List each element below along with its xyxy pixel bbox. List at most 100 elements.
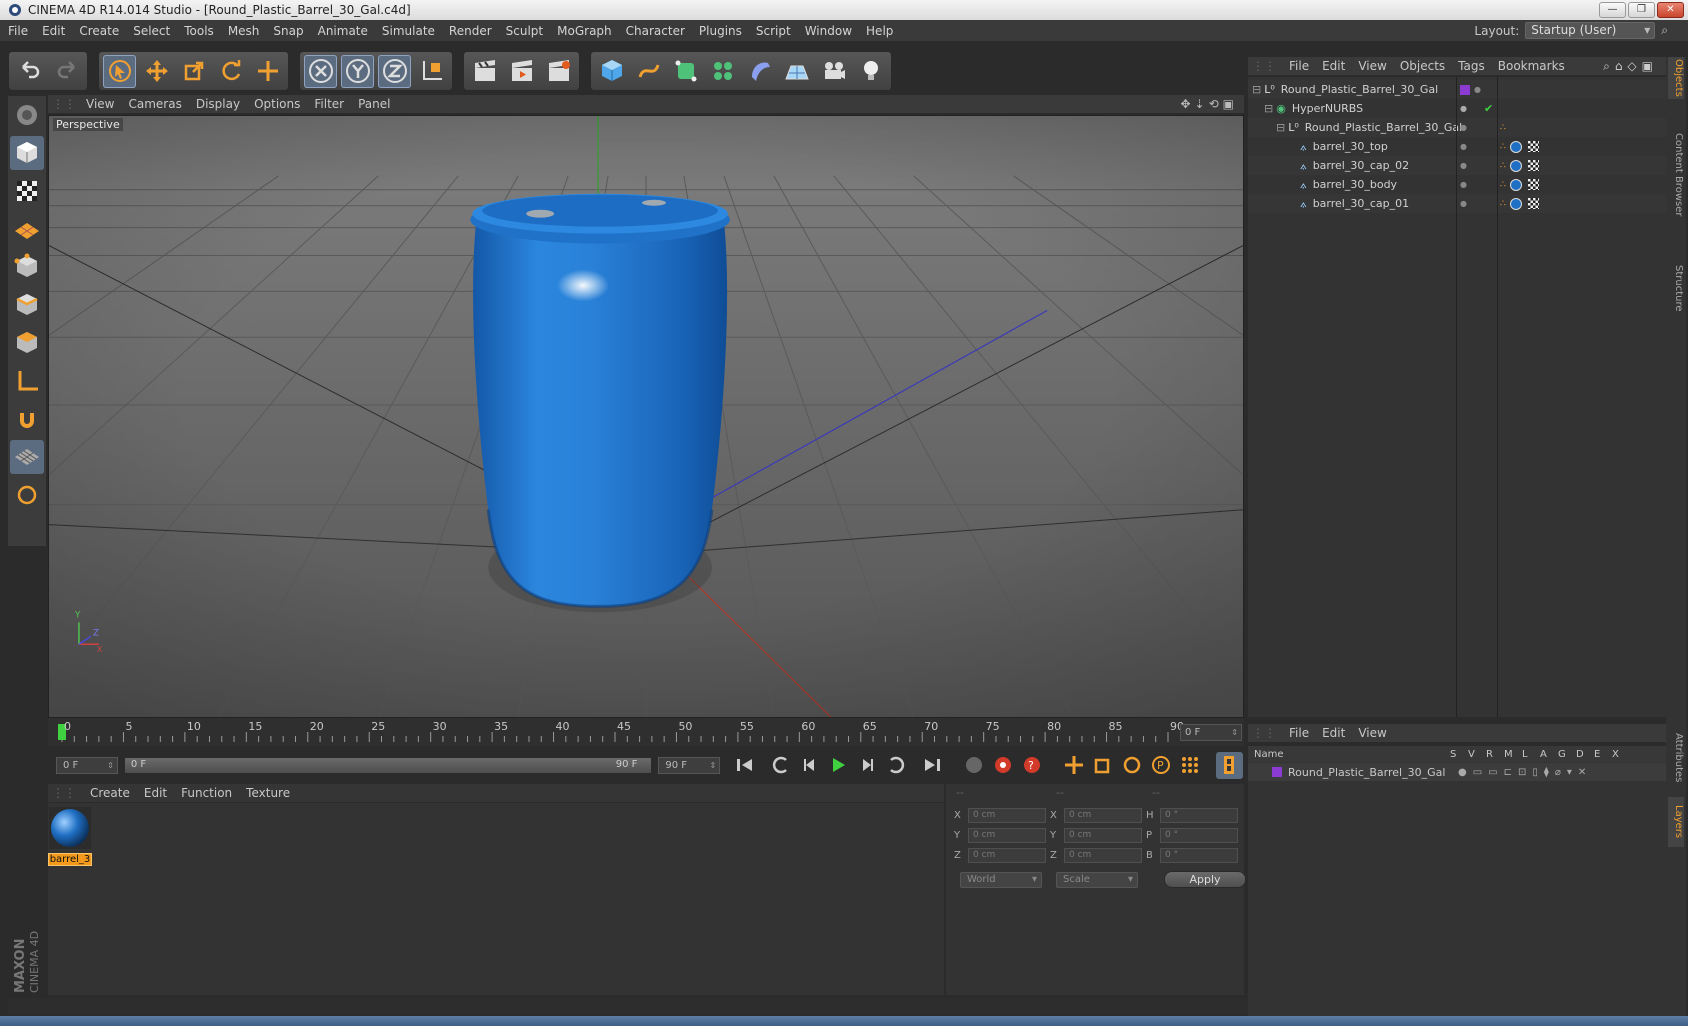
visibility-dots[interactable]: ● xyxy=(1460,180,1467,189)
visibility-dots[interactable]: ● xyxy=(1460,199,1467,208)
phong-tag-icon[interactable]: ∴ xyxy=(1500,180,1506,190)
apply-button[interactable]: Apply xyxy=(1164,871,1246,888)
object-manager-tool-icons[interactable]: ⌕⌂◇▣ xyxy=(1603,59,1658,74)
camera-button[interactable] xyxy=(817,55,850,88)
points-mode-button[interactable] xyxy=(10,250,44,284)
previous-key-button[interactable] xyxy=(767,752,794,779)
size-x-field[interactable]: 0 cm xyxy=(1064,808,1142,823)
phong-tag-icon[interactable]: ∴ xyxy=(1500,142,1506,152)
visibility-dots[interactable]: ● xyxy=(1460,142,1467,151)
viewport-menu-options[interactable]: Options xyxy=(254,97,300,111)
rot-p-field[interactable]: 0 ° xyxy=(1160,828,1238,843)
viewport-menu-panel[interactable]: Panel xyxy=(358,97,390,111)
timeline-ruler[interactable]: 0 5 10 15 20 25 30 35 40 45 50 55 60 65 70 75 80 85 90 xyxy=(48,718,1244,746)
layer-col-generators[interactable]: G xyxy=(1558,749,1576,760)
motion-record-button[interactable] xyxy=(961,752,988,779)
layer-col-animation[interactable]: A xyxy=(1540,749,1558,760)
size-y-field[interactable]: 0 cm xyxy=(1064,828,1142,843)
object-menu-view[interactable]: View xyxy=(1358,59,1386,73)
play-button[interactable] xyxy=(825,752,852,779)
undo-button[interactable] xyxy=(13,55,46,88)
light-button[interactable] xyxy=(854,55,887,88)
viewport-nav-icons[interactable]: ✥⇣⟲▣ xyxy=(1180,97,1238,111)
edges-mode-button[interactable] xyxy=(10,288,44,322)
workplane-lock-button[interactable] xyxy=(10,440,44,474)
coordinate-system-button[interactable] xyxy=(415,55,448,88)
key-rotation-button[interactable] xyxy=(1118,752,1145,779)
spline-button[interactable] xyxy=(632,55,665,88)
axis-mode-button[interactable] xyxy=(10,364,44,398)
key-pla-button[interactable] xyxy=(1176,752,1203,779)
object-row-hypernurbs[interactable]: ⊟ ◉ HyperNURBS ● ✔ xyxy=(1248,99,1666,118)
object-row-group[interactable]: ⊟ L⁰ Round_Plastic_Barrel_30_Gal ● ∴ xyxy=(1248,118,1666,137)
deformer-button[interactable] xyxy=(743,55,776,88)
object-column-divider[interactable] xyxy=(1497,77,1498,717)
menu-animate[interactable]: Animate xyxy=(318,24,368,38)
next-frame-button[interactable] xyxy=(854,752,881,779)
visibility-dots[interactable]: ● xyxy=(1474,85,1481,94)
object-menu-edit[interactable]: Edit xyxy=(1322,59,1345,73)
viewport-menu-filter[interactable]: Filter xyxy=(314,97,344,111)
workplane-mode-button[interactable] xyxy=(10,212,44,246)
minimize-button[interactable]: — xyxy=(1599,2,1626,18)
menu-select[interactable]: Select xyxy=(133,24,170,38)
object-row-cap-02[interactable]: ⟑ barrel_30_cap_02 ● ∴ xyxy=(1248,156,1666,175)
environment-button[interactable] xyxy=(780,55,813,88)
layer-col-solo[interactable]: S xyxy=(1450,749,1468,760)
size-mode-dropdown[interactable]: Scale xyxy=(1056,871,1138,888)
key-scale-button[interactable] xyxy=(1089,752,1116,779)
layer-col-view[interactable]: V xyxy=(1468,749,1486,760)
object-row-body[interactable]: ⟑ barrel_30_body ● ∴ xyxy=(1248,175,1666,194)
record-active-button[interactable] xyxy=(990,752,1017,779)
layer-col-expressions[interactable]: E xyxy=(1594,749,1612,760)
menu-edit[interactable]: Edit xyxy=(42,24,65,38)
go-to-start-button[interactable] xyxy=(731,752,758,779)
material-menu-edit[interactable]: Edit xyxy=(144,786,167,800)
mograph-cloner-button[interactable] xyxy=(706,55,739,88)
menu-window[interactable]: Window xyxy=(805,24,852,38)
layout-dropdown[interactable]: Startup (User) xyxy=(1525,22,1656,39)
render-settings-button[interactable] xyxy=(542,55,575,88)
material-tag-icon[interactable] xyxy=(1510,140,1522,153)
layer-col-deformers[interactable]: D xyxy=(1576,749,1594,760)
layer-col-name[interactable]: Name xyxy=(1254,749,1450,760)
redo-button[interactable] xyxy=(50,55,83,88)
viewport-menu-cameras[interactable]: Cameras xyxy=(128,97,181,111)
material-tag-icon[interactable] xyxy=(1510,159,1522,172)
key-position-button[interactable] xyxy=(1060,752,1087,779)
coordinate-space-dropdown[interactable]: World xyxy=(960,871,1042,888)
object-row-cap-01[interactable]: ⟑ barrel_30_cap_01 ● ∴ xyxy=(1248,194,1666,213)
min-frame-field[interactable]: 0 F xyxy=(56,756,118,774)
key-parameter-button[interactable]: P xyxy=(1147,752,1174,779)
menu-help[interactable]: Help xyxy=(866,24,893,38)
scale-tool-button[interactable] xyxy=(177,55,210,88)
layer-row[interactable]: Round_Plastic_Barrel_30_Gal ●▭▭⊏⊡▯⧫⌀▾✕ xyxy=(1248,763,1666,781)
viewport-menu-view[interactable]: View xyxy=(86,97,114,111)
pos-y-field[interactable]: 0 cm xyxy=(968,828,1046,843)
pos-x-field[interactable]: 0 cm xyxy=(968,808,1046,823)
visibility-dots[interactable]: ● xyxy=(1460,123,1467,132)
layer-color-swatch[interactable] xyxy=(1272,767,1282,777)
go-to-end-button[interactable] xyxy=(919,752,946,779)
visibility-dots[interactable]: ● xyxy=(1460,161,1467,170)
menu-mograph[interactable]: MoGraph xyxy=(557,24,612,38)
layer-col-render[interactable]: R xyxy=(1486,749,1504,760)
model-mode-button[interactable] xyxy=(10,136,44,170)
uvw-tag-icon[interactable] xyxy=(1528,179,1539,190)
menu-create[interactable]: Create xyxy=(79,24,119,38)
lock-rotation-button[interactable] xyxy=(10,478,44,512)
menu-plugins[interactable]: Plugins xyxy=(699,24,742,38)
layer-col-xref[interactable]: X xyxy=(1612,749,1630,760)
object-menu-file[interactable]: File xyxy=(1289,59,1309,73)
render-picture-viewer-button[interactable] xyxy=(505,55,538,88)
collapse-toggle-icon[interactable]: ⊟ xyxy=(1276,121,1285,134)
viewport-menu-display[interactable]: Display xyxy=(196,97,240,111)
object-menu-objects[interactable]: Objects xyxy=(1400,59,1445,73)
material-swatch[interactable]: barrel_3 xyxy=(48,807,92,866)
viewport-scene[interactable]: Y Z X xyxy=(49,116,1243,717)
uvw-tag-icon[interactable] xyxy=(1528,141,1539,152)
object-menu-tags[interactable]: Tags xyxy=(1458,59,1485,73)
polygons-mode-button[interactable] xyxy=(10,326,44,360)
rot-h-field[interactable]: 0 ° xyxy=(1160,808,1238,823)
snap-button[interactable] xyxy=(10,402,44,436)
